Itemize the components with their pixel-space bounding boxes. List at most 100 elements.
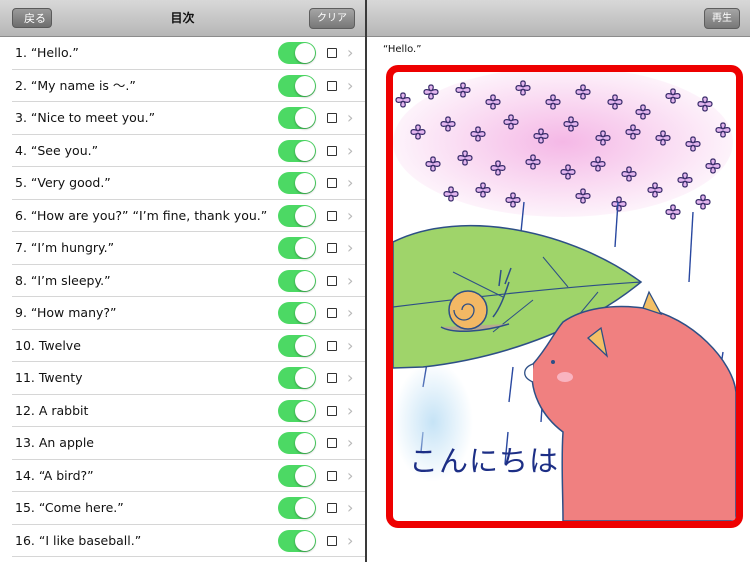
enable-toggle[interactable]: [278, 269, 316, 292]
enable-toggle[interactable]: [278, 334, 316, 357]
item-checkbox[interactable]: [327, 48, 337, 58]
item-checkbox[interactable]: [327, 405, 337, 416]
list-item[interactable]: 16. “I like baseball.” ›: [12, 525, 365, 557]
item-checkbox[interactable]: [327, 438, 337, 448]
toggle-knob: [295, 335, 315, 356]
list-item-label: 8. “I’m sleepy.”: [15, 272, 111, 288]
clear-button[interactable]: クリア: [309, 8, 355, 29]
left-navbar: 目次 戻る クリア: [0, 0, 365, 37]
enable-toggle[interactable]: [278, 237, 316, 259]
list-item-label: 3. “Nice to meet you.”: [15, 110, 156, 125]
enable-toggle[interactable]: [278, 367, 316, 389]
list-item[interactable]: 12. A rabbit ›: [12, 395, 365, 427]
enable-toggle[interactable]: [278, 74, 316, 97]
toggle-knob: [295, 108, 315, 128]
toggle-knob: [295, 530, 315, 551]
enable-toggle[interactable]: [278, 302, 316, 324]
list-item[interactable]: 5. “Very good.” ›: [12, 167, 365, 200]
list-item[interactable]: 14. “A bird?” ›: [12, 460, 365, 492]
item-checkbox[interactable]: [327, 308, 337, 318]
toggle-knob: [295, 270, 315, 291]
toggle-knob: [295, 140, 315, 161]
list-item-label: 1. “Hello.”: [15, 45, 79, 60]
enable-toggle[interactable]: [278, 497, 316, 519]
list-item-label: 12. A rabbit: [15, 402, 89, 418]
chevron-right-icon: ›: [347, 205, 354, 225]
right-navbar: 再生: [367, 0, 750, 37]
toggle-knob: [295, 368, 315, 388]
list-item[interactable]: 3. “Nice to meet you.” ›: [12, 102, 365, 135]
chevron-right-icon: ›: [347, 75, 354, 95]
toggle-knob: [295, 173, 315, 193]
flower-petal: [665, 204, 681, 220]
chevron-right-icon: ›: [347, 335, 354, 355]
chevron-right-icon: ›: [347, 108, 354, 127]
lesson-list: 1. “Hello.” › 2. “My name is ～.” › 3. “N…: [0, 37, 365, 557]
chevron-right-icon: ›: [347, 238, 354, 257]
enable-toggle[interactable]: [278, 464, 316, 487]
card-detail-pane: 再生 “Hello.” こんにちは: [367, 0, 750, 562]
list-item[interactable]: 7. “I’m hungry.” ›: [12, 232, 365, 265]
item-checkbox[interactable]: [327, 80, 337, 91]
chevron-right-icon: ›: [347, 368, 354, 387]
list-item[interactable]: 10. Twelve ›: [12, 330, 365, 362]
item-checkbox[interactable]: [327, 535, 337, 546]
list-item-label: 7. “I’m hungry.”: [15, 240, 115, 255]
list-item-label: 11. Twenty: [15, 370, 83, 385]
list-item-label: 16. “I like baseball.”: [15, 532, 142, 548]
hydrangea-flowers: [393, 72, 733, 220]
list-item[interactable]: 9. “How many?” ›: [12, 297, 365, 330]
list-item-label: 14. “A bird?”: [15, 467, 94, 483]
enable-toggle[interactable]: [278, 172, 316, 194]
toggle-knob: [295, 465, 315, 486]
back-button[interactable]: 戻る: [12, 8, 52, 28]
toggle-knob: [295, 238, 315, 258]
enable-toggle[interactable]: [278, 42, 316, 64]
item-checkbox[interactable]: [327, 340, 337, 351]
toggle-knob: [295, 400, 315, 421]
table-of-contents-pane: 目次 戻る クリア 1. “Hello.” › 2. “My name is ～…: [0, 0, 365, 562]
toggle-knob: [295, 303, 315, 323]
chevron-right-icon: ›: [347, 303, 354, 322]
item-checkbox[interactable]: [327, 373, 337, 383]
toggle-knob: [295, 43, 315, 63]
item-checkbox[interactable]: [327, 178, 337, 188]
flower-petal: [695, 194, 711, 210]
item-checkbox[interactable]: [327, 145, 337, 156]
list-item[interactable]: 15. “Come here.” ›: [12, 492, 365, 525]
enable-toggle[interactable]: [278, 399, 316, 422]
back-button-label: 戻る: [24, 12, 46, 25]
list-item[interactable]: 11. Twenty ›: [12, 362, 365, 395]
play-button[interactable]: 再生: [704, 8, 740, 29]
list-item[interactable]: 4. “See you.” ›: [12, 135, 365, 167]
list-item[interactable]: 6. “How are you?” “I’m fine, thank you.”…: [12, 200, 365, 232]
chevron-right-icon: ›: [347, 498, 354, 517]
chevron-right-icon: ›: [347, 530, 354, 550]
list-item[interactable]: 13. An apple ›: [12, 427, 365, 460]
list-item[interactable]: 8. “I’m sleepy.” ›: [12, 265, 365, 297]
chevron-right-icon: ›: [347, 173, 354, 192]
list-item-label: 15. “Come here.”: [15, 500, 124, 515]
item-checkbox[interactable]: [327, 243, 337, 253]
toggle-knob: [295, 433, 315, 453]
toggle-knob: [295, 205, 315, 226]
list-item-label: 4. “See you.”: [15, 142, 99, 158]
enable-toggle[interactable]: [278, 204, 316, 227]
enable-toggle[interactable]: [278, 139, 316, 162]
list-item-label: 9. “How many?”: [15, 305, 117, 320]
item-checkbox[interactable]: [327, 470, 337, 481]
item-checkbox[interactable]: [327, 275, 337, 286]
enable-toggle[interactable]: [278, 107, 316, 129]
picture-card[interactable]: こんにちは: [386, 65, 743, 528]
list-item[interactable]: 1. “Hello.” ›: [12, 37, 365, 70]
chevron-right-icon: ›: [347, 270, 354, 290]
list-item[interactable]: 2. “My name is ～.” ›: [12, 70, 365, 102]
enable-toggle[interactable]: [278, 432, 316, 454]
item-checkbox[interactable]: [327, 503, 337, 513]
list-item-label: 5. “Very good.”: [15, 175, 111, 190]
chevron-right-icon: ›: [347, 43, 354, 62]
item-checkbox[interactable]: [327, 113, 337, 123]
item-checkbox[interactable]: [327, 210, 337, 221]
enable-toggle[interactable]: [278, 529, 316, 552]
list-item-label: 6. “How are you?” “I’m fine, thank you.”: [15, 207, 268, 223]
